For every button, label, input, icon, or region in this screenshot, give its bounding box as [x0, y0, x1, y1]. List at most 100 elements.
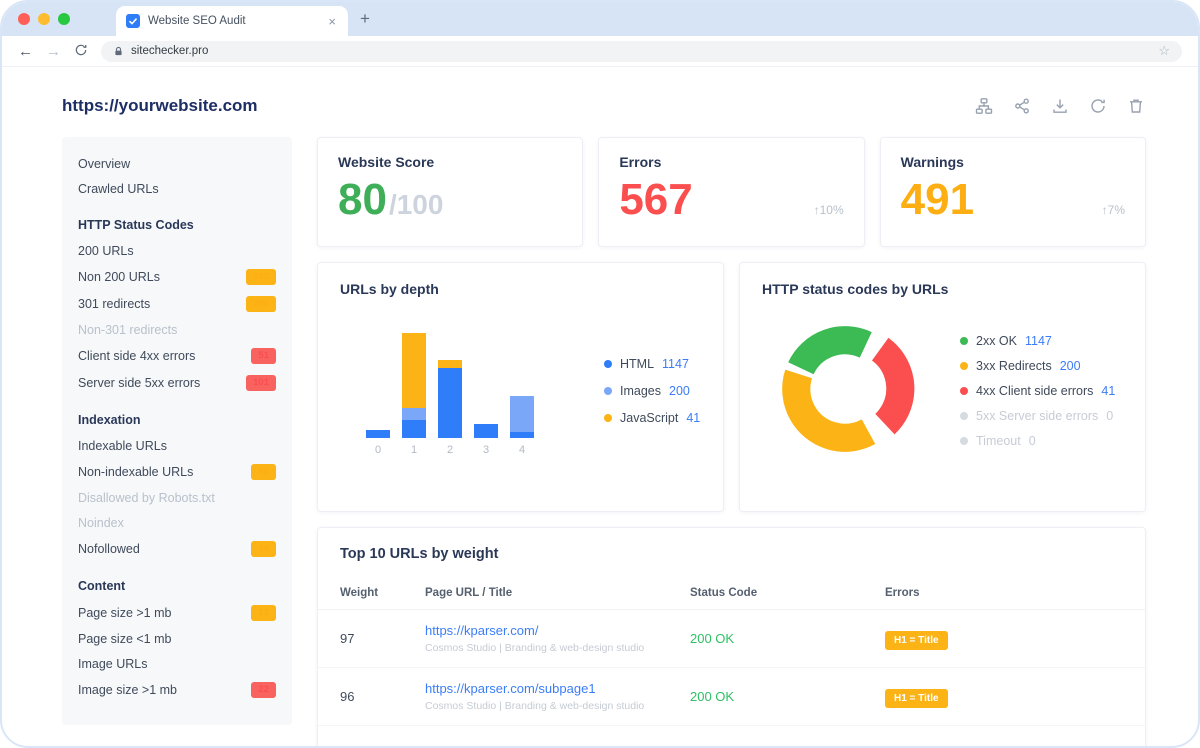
sidebar-item[interactable]: Disallowed by Robots.txt [78, 485, 276, 510]
bar-stack [510, 333, 534, 438]
tab-title: Website SEO Audit [148, 15, 318, 27]
legend-label: 3xx Redirects [976, 359, 1052, 373]
page-url-link[interactable]: https://kparser.com/subpage1 [425, 681, 690, 696]
sidebar-item[interactable]: Image URLs [78, 651, 276, 676]
url-text: sitechecker.pro [131, 45, 208, 57]
tab-favicon-icon [126, 14, 140, 28]
sidebar-item-label: Non-indexable URLs [78, 465, 193, 479]
browser-tab[interactable]: Website SEO Audit × [116, 6, 348, 36]
sidebar-item-label: Non-301 redirects [78, 323, 177, 337]
bar-legend: HTML1147Images200JavaScript41 [604, 357, 700, 425]
forward-icon[interactable]: → [46, 44, 61, 59]
sidebar-item-badge: 352 [246, 269, 276, 285]
col-weight: Weight [340, 587, 425, 599]
legend-label: Timeout [976, 434, 1021, 448]
page-header: https://yourwebsite.com [62, 79, 1146, 133]
back-icon[interactable]: ← [18, 44, 33, 59]
stat-card-website-score: Website Score 80 /100 [317, 137, 583, 247]
sidebar-item[interactable]: Non 200 URLs352 [78, 263, 276, 290]
table-body: 97https://kparser.com/Cosmos Studio | Br… [318, 610, 1145, 726]
sitemap-button[interactable] [974, 96, 994, 116]
sidebar-item-badge: 51 [251, 348, 276, 364]
sidebar-item[interactable]: Client side 4xx errors51 [78, 342, 276, 369]
download-icon [1051, 97, 1069, 115]
stats-row: Website Score 80 /100 Errors 567 ↑10% [317, 137, 1146, 247]
sidebar-item[interactable]: 301 redirects200 [78, 290, 276, 317]
page-url-link[interactable]: https://kparser.com/ [425, 623, 690, 638]
sidebar: OverviewCrawled URLsHTTP Status Codes200… [62, 137, 292, 725]
chart-title: URLs by depth [340, 281, 701, 297]
legend-dot-icon [960, 412, 968, 420]
legend-item: 5xx Server side errors0 [960, 409, 1115, 423]
sidebar-item[interactable]: Page size >1 mb13 [78, 599, 276, 626]
bar-stack [438, 333, 462, 438]
refresh-icon [1089, 97, 1107, 115]
sidebar-item[interactable]: Crawled URLs [78, 176, 276, 201]
share-button[interactable] [1012, 96, 1032, 116]
sidebar-item-label: 200 URLs [78, 244, 134, 258]
table-title: Top 10 URLs by weight [318, 528, 1145, 576]
chart-title: HTTP status codes by URLs [762, 281, 1123, 297]
legend-dot-icon [960, 387, 968, 395]
legend-value: 200 [1060, 359, 1081, 373]
sidebar-item[interactable]: Overview [78, 151, 276, 176]
stat-card-warnings: Warnings 491 ↑7% [880, 137, 1146, 247]
stat-label: Warnings [901, 154, 1125, 170]
legend-label: HTML [620, 357, 654, 371]
urls-by-depth-card: URLs by depth 01234 HTML1147Images200Jav… [317, 262, 724, 512]
bar-x-label: 3 [483, 444, 489, 456]
new-tab-button[interactable]: + [360, 9, 370, 29]
bar-segment-images [402, 408, 426, 420]
sidebar-item[interactable]: Indexable URLs [78, 433, 276, 458]
legend-dot-icon [604, 360, 612, 368]
sidebar-item-badge: 13 [251, 605, 276, 621]
minimize-window-button[interactable] [38, 13, 50, 25]
sidebar-item[interactable]: Non-indexable URLs46 [78, 458, 276, 485]
sidebar-item-badge: 46 [251, 541, 276, 557]
sidebar-item-badge: 22 [251, 682, 276, 698]
page-title-text: Cosmos Studio | Branding & web-design st… [425, 642, 690, 654]
legend-item: HTML1147 [604, 357, 700, 371]
http-status-codes-card: HTTP status codes by URLs 2xx OK11473xx … [739, 262, 1146, 512]
sidebar-item[interactable]: 200 URLs [78, 238, 276, 263]
bar-stack [402, 333, 426, 438]
stat-label: Website Score [338, 154, 562, 170]
sidebar-item-label: Nofollowed [78, 542, 140, 556]
cell-status: 200 OK [690, 689, 885, 704]
sidebar-item[interactable]: Image size >1 mb22 [78, 676, 276, 703]
stat-value: 80 [338, 178, 387, 222]
col-errors: Errors [885, 587, 1123, 599]
reload-icon[interactable] [74, 43, 88, 60]
close-window-button[interactable] [18, 13, 30, 25]
legend-dot-icon [604, 414, 612, 422]
audited-site-url[interactable]: https://yourwebsite.com [62, 96, 258, 116]
refresh-button[interactable] [1088, 96, 1108, 116]
stat-card-errors: Errors 567 ↑10% [598, 137, 864, 247]
download-button[interactable] [1050, 96, 1070, 116]
content-area: OverviewCrawled URLsHTTP Status Codes200… [62, 137, 1146, 748]
stat-value: 491 [901, 178, 974, 222]
sidebar-item[interactable]: Nofollowed 46 [78, 535, 276, 562]
sidebar-item[interactable]: Server side 5xx errors101 [78, 369, 276, 396]
top-urls-table-card: Top 10 URLs by weight Weight Page URL / … [317, 527, 1146, 748]
bar-segment-html [510, 432, 534, 438]
legend-item: 4xx Client side errors41 [960, 384, 1115, 398]
maximize-window-button[interactable] [58, 13, 70, 25]
sidebar-item[interactable]: Noindex [78, 510, 276, 535]
error-badge: H1 = Title [885, 631, 948, 650]
delete-button[interactable] [1126, 96, 1146, 116]
bookmark-star-icon[interactable]: ☆ [1158, 43, 1170, 59]
sidebar-item[interactable]: Page size <1 mb [78, 626, 276, 651]
tab-close-icon[interactable]: × [326, 14, 338, 29]
bar-segment-javascript [438, 360, 462, 368]
bar-x-label: 2 [447, 444, 453, 456]
address-bar[interactable]: sitechecker.pro ☆ [101, 41, 1182, 62]
legend-value: 200 [669, 384, 690, 398]
col-page-url: Page URL / Title [425, 587, 690, 599]
bar-column: 1 [402, 333, 426, 456]
main-panel: Website Score 80 /100 Errors 567 ↑10% [317, 137, 1146, 748]
bar-chart: 01234 [366, 326, 534, 456]
table-row: 96https://kparser.com/subpage1Cosmos Stu… [318, 668, 1145, 726]
bar-x-label: 4 [519, 444, 525, 456]
sidebar-item[interactable]: Non-301 redirects [78, 317, 276, 342]
